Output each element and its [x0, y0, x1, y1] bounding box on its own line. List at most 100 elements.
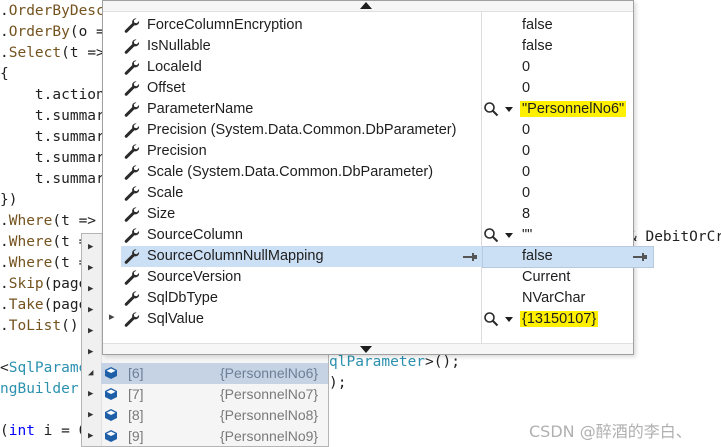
property-row[interactable]: ParameterName "PersonnelNo6": [103, 99, 633, 120]
visualizer-dropdown-icon[interactable]: [505, 317, 513, 322]
property-value[interactable]: "": [522, 227, 532, 243]
scroll-down-bar[interactable]: [103, 343, 633, 354]
item-index: [9]: [128, 428, 144, 444]
code-line: .Take(page: [0, 297, 88, 313]
item-index: [7]: [128, 386, 144, 402]
property-row[interactable]: SourceColumnNullMapping false: [103, 246, 654, 268]
property-value[interactable]: 0: [522, 59, 530, 75]
search-icon[interactable]: [483, 311, 499, 327]
expand-arrow-icon[interactable]: ▶: [88, 284, 93, 294]
property-value[interactable]: 0: [522, 143, 530, 159]
property-row[interactable]: SourceColumn "": [103, 225, 633, 246]
property-name: Size: [147, 206, 176, 222]
property-value[interactable]: 0: [522, 122, 530, 138]
property-row[interactable]: Size 8: [103, 204, 633, 225]
value-highlight: [482, 246, 654, 268]
code-line: .OrderByDesc: [0, 3, 105, 19]
expand-arrow-icon[interactable]: ▶: [88, 305, 93, 315]
code-fragment: );: [329, 375, 347, 391]
pin-icon[interactable]: [633, 253, 647, 261]
property-row[interactable]: SourceVersion Current: [103, 267, 633, 288]
property-wrench-icon: [124, 270, 140, 285]
property-row[interactable]: ▸ SqlValue {13150107}: [103, 309, 633, 330]
property-name: SourceColumnNullMapping: [147, 248, 324, 264]
property-wrench-icon: [124, 102, 140, 117]
property-row[interactable]: LocaleId 0: [103, 57, 633, 78]
property-value[interactable]: 8: [522, 206, 530, 222]
object-icon: [105, 430, 117, 442]
property-value[interactable]: 0: [522, 164, 530, 180]
expand-arrow-icon[interactable]: ▶: [88, 263, 93, 273]
property-name: LocaleId: [147, 59, 202, 75]
property-value[interactable]: false: [522, 248, 553, 264]
scroll-up-icon[interactable]: [360, 2, 372, 9]
property-datatip[interactable]: ForceColumnEncryption false IsNullable fals…: [102, 0, 654, 355]
property-value[interactable]: {13150107}: [520, 311, 599, 327]
collapse-arrow-icon[interactable]: ◢: [88, 368, 93, 378]
object-icon: [105, 367, 117, 379]
property-row[interactable]: SqlDbType NVarChar: [103, 288, 633, 309]
property-name: ForceColumnEncryption: [147, 17, 303, 33]
list-item[interactable]: [7] {PersonnelNo7}: [101, 384, 328, 405]
code-line: .Where(t =: [0, 255, 88, 271]
code-line: t.summar: [0, 150, 105, 166]
property-name: Precision (System.Data.Common.DbParamete…: [147, 122, 457, 138]
property-wrench-icon: [124, 312, 140, 327]
code-line: t.summar: [0, 171, 105, 187]
expand-arrow-icon[interactable]: ▶: [88, 410, 93, 420]
scroll-up-bar[interactable]: [103, 1, 633, 12]
property-wrench-icon: [124, 186, 140, 201]
property-row[interactable]: Scale (System.Data.Common.DbParameter) 0: [103, 162, 633, 183]
property-value[interactable]: false: [522, 38, 553, 54]
visualizer-dropdown-icon[interactable]: [505, 107, 513, 112]
code-fragment: qlParameter>();: [329, 354, 460, 370]
property-row[interactable]: Offset 0: [103, 78, 633, 99]
list-item[interactable]: [8] {PersonnelNo8}: [101, 405, 328, 426]
property-name: SourceColumn: [147, 227, 243, 243]
property-name: SqlValue: [147, 311, 204, 327]
property-wrench-icon: [124, 81, 140, 96]
code-line: ngBuilder: [0, 381, 79, 397]
property-row[interactable]: Precision (System.Data.Common.DbParamete…: [103, 120, 633, 141]
property-row[interactable]: Scale 0: [103, 183, 633, 204]
property-row[interactable]: ForceColumnEncryption false: [103, 15, 633, 36]
expand-arrow-icon[interactable]: ▸: [109, 310, 115, 323]
property-value[interactable]: 0: [522, 80, 530, 96]
code-line: t.summar: [0, 129, 105, 145]
code-line: .Select(t =>: [0, 45, 105, 61]
watermark: CSDN @醉酒的李白、: [529, 422, 692, 441]
property-name: Scale (System.Data.Common.DbParameter): [147, 164, 434, 180]
property-name: Scale: [147, 185, 184, 201]
property-wrench-icon: [124, 18, 140, 33]
property-value[interactable]: "PersonnelNo6": [520, 101, 627, 117]
code-line: (int i = 0: [0, 423, 88, 439]
code-line: t.summar: [0, 108, 105, 124]
pin-icon[interactable]: [463, 253, 477, 261]
code-fragment: & DebitOrCr: [628, 229, 721, 245]
property-value[interactable]: Current: [522, 269, 570, 285]
visualizer-dropdown-icon[interactable]: [505, 233, 513, 238]
search-icon[interactable]: [483, 227, 499, 243]
expand-arrow-icon[interactable]: ▶: [88, 389, 93, 399]
item-value: {PersonnelNo7}: [220, 386, 319, 402]
property-value[interactable]: NVarChar: [522, 290, 585, 306]
code-line: .OrderBy(o =: [0, 24, 105, 40]
expand-arrow-icon[interactable]: ▶: [88, 431, 93, 441]
expand-arrow-icon[interactable]: ▶: [88, 242, 93, 252]
property-row[interactable]: IsNullable false: [103, 36, 633, 57]
search-icon[interactable]: [483, 101, 499, 117]
property-value[interactable]: false: [522, 17, 553, 33]
item-value: {PersonnelNo9}: [220, 428, 319, 444]
scroll-down-icon[interactable]: [360, 346, 372, 353]
code-line: <SqlParame: [0, 360, 88, 376]
code-line: .ToList();: [0, 318, 88, 334]
expand-arrow-icon[interactable]: ▶: [88, 347, 93, 357]
item-value: {PersonnelNo6}: [220, 365, 319, 381]
list-item[interactable]: [9] {PersonnelNo9}: [101, 426, 328, 447]
property-wrench-icon: [124, 165, 140, 180]
property-row[interactable]: Precision 0: [103, 141, 633, 162]
property-value[interactable]: 0: [522, 185, 530, 201]
property-name: Precision: [147, 143, 207, 159]
list-item[interactable]: [6] {PersonnelNo6}: [101, 363, 328, 384]
expand-arrow-icon[interactable]: ▶: [88, 326, 93, 336]
